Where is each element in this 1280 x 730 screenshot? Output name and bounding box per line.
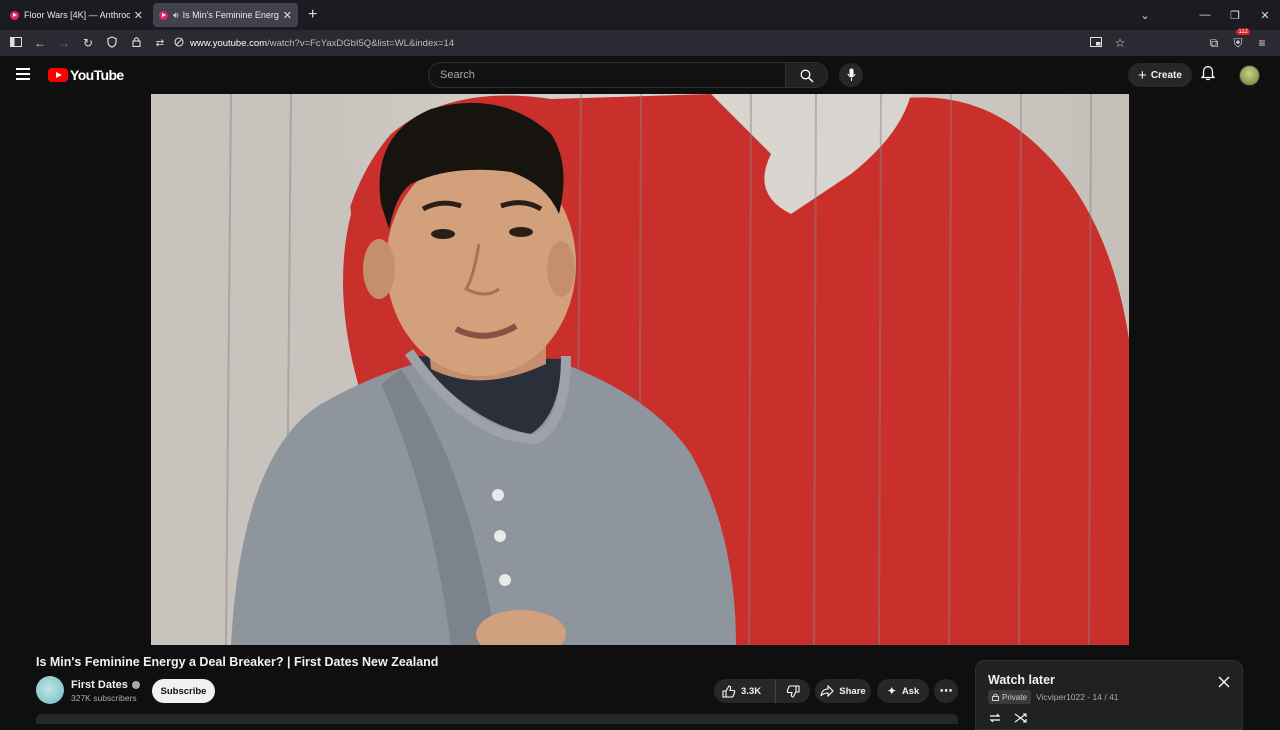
shield-icon[interactable]	[100, 35, 124, 51]
lock-icon	[992, 693, 999, 701]
thumbs-up-icon	[722, 684, 736, 698]
account-avatar[interactable]	[1239, 65, 1260, 86]
microphone-icon	[847, 68, 856, 81]
channel-name[interactable]: First Dates	[71, 679, 128, 691]
search-button[interactable]	[786, 62, 828, 88]
extensions-icon[interactable]: ⧉	[1202, 36, 1226, 51]
notifications-bell-icon[interactable]	[1200, 65, 1216, 86]
playlist-meta: Vicviper1022 - 14 / 41	[1036, 692, 1119, 702]
close-playlist-icon[interactable]	[1218, 675, 1230, 693]
youtube-favicon-icon	[10, 10, 19, 20]
like-count: 3.3K	[741, 685, 762, 697]
privacy-badge: Private	[988, 690, 1031, 704]
browser-nav-bar: ← → ↻ ⇄ www.youtube.com/watch?v=FcYaxDGb…	[0, 28, 1280, 56]
reload-icon[interactable]: ↻	[76, 36, 100, 50]
share-button[interactable]: Share	[815, 679, 871, 703]
subscribe-button[interactable]: Subscribe	[152, 679, 215, 703]
restore-icon[interactable]: ❐	[1220, 9, 1250, 22]
url-path: /watch?v=FcYaxDGbI5Q&list=WL&index=14	[267, 37, 455, 49]
youtube-wordmark: YouTube	[70, 67, 124, 83]
ask-label: Ask	[901, 685, 920, 697]
verified-check-icon	[131, 681, 140, 689]
search-icon	[800, 69, 814, 83]
tab-title: Floor Wars [4K] — Anthrocon 2	[24, 10, 130, 20]
search-input[interactable]	[429, 63, 785, 87]
create-button[interactable]: + Create	[1128, 63, 1192, 87]
bookmark-star-icon[interactable]: ☆	[1108, 36, 1132, 50]
browser-tab-anthrocon[interactable]: Floor Wars [4K] — Anthrocon 2 ✕	[4, 3, 149, 27]
list-tabs-chevron-icon[interactable]: ⌄	[1130, 9, 1160, 22]
privacy-label: Private	[1002, 692, 1027, 702]
loop-icon[interactable]	[988, 711, 1002, 729]
youtube-play-icon	[48, 68, 68, 82]
thumbs-down-icon	[786, 684, 800, 698]
dislike-button[interactable]	[776, 684, 810, 698]
channel-name-row[interactable]: First Dates	[71, 679, 140, 691]
youtube-header: YouTube + Create	[0, 56, 1280, 94]
youtube-favicon-icon	[159, 10, 168, 20]
new-tab-icon[interactable]: +	[308, 6, 317, 24]
sidebar-toggle-icon[interactable]	[4, 36, 28, 50]
video-player[interactable]	[151, 94, 1129, 645]
address-bar[interactable]: www.youtube.com/watch?v=FcYaxDGbI5Q&list…	[190, 38, 454, 49]
channel-avatar[interactable]	[36, 676, 64, 704]
playlist-controls	[988, 711, 1028, 729]
guide-menu-icon[interactable]	[16, 68, 30, 83]
youtube-logo[interactable]: YouTube	[48, 67, 124, 83]
forward-icon[interactable]: →	[52, 36, 76, 50]
lock-icon[interactable]	[124, 36, 148, 50]
tracking-icon[interactable]	[172, 36, 186, 50]
voice-search-button[interactable]	[839, 63, 863, 87]
video-frame	[151, 94, 1129, 645]
picture-in-picture-icon[interactable]	[1084, 36, 1108, 50]
search-box	[428, 62, 786, 88]
description-box[interactable]	[36, 714, 958, 724]
share-arrow-icon	[820, 685, 835, 697]
subscriber-count: 327K subscribers	[71, 693, 137, 703]
ublock-icon[interactable]: ⛨ 112	[1226, 28, 1250, 51]
speaker-icon[interactable]: 🔊︎	[173, 10, 179, 21]
browser-tab-first-dates[interactable]: 🔊︎ Is Min's Feminine Energy a Deal ✕	[153, 3, 298, 27]
tab-title: Is Min's Feminine Energy a Deal	[182, 10, 279, 20]
create-label: Create	[1150, 69, 1182, 81]
extensions-badge: 112	[1236, 28, 1250, 35]
more-actions-button[interactable]: ⋯	[934, 679, 958, 703]
more-horizontal-icon: ⋯	[939, 683, 953, 698]
playlist-title[interactable]: Watch later	[988, 673, 1055, 687]
shuffle-icon[interactable]	[1014, 711, 1028, 729]
like-dislike-group: 3.3K	[714, 679, 810, 703]
url-domain: www.youtube.com	[190, 37, 268, 49]
window-controls: ⌄ — ❐ ✕	[1130, 0, 1280, 30]
close-window-icon[interactable]: ✕	[1250, 9, 1280, 22]
browser-tab-bar: Floor Wars [4K] — Anthrocon 2 ✕ 🔊︎ Is Mi…	[0, 0, 1280, 30]
video-title: Is Min's Feminine Energy a Deal Breaker?…	[36, 655, 439, 669]
permissions-icon[interactable]: ⇄	[148, 38, 172, 49]
nav-right-tools: ☆ ⧉ ⛨ 112 ≡	[1084, 28, 1274, 56]
app-menu-icon[interactable]: ≡	[1250, 36, 1274, 50]
back-icon[interactable]: ←	[28, 36, 52, 50]
close-tab-icon[interactable]: ✕	[134, 9, 143, 22]
minimize-icon[interactable]: —	[1190, 9, 1220, 21]
close-tab-icon[interactable]: ✕	[283, 9, 292, 22]
ask-button[interactable]: ✦ Ask	[877, 679, 929, 703]
plus-icon: +	[1138, 66, 1147, 84]
share-label: Share	[839, 685, 866, 697]
sparkle-icon: ✦	[886, 684, 897, 698]
like-button[interactable]: 3.3K	[714, 679, 776, 703]
